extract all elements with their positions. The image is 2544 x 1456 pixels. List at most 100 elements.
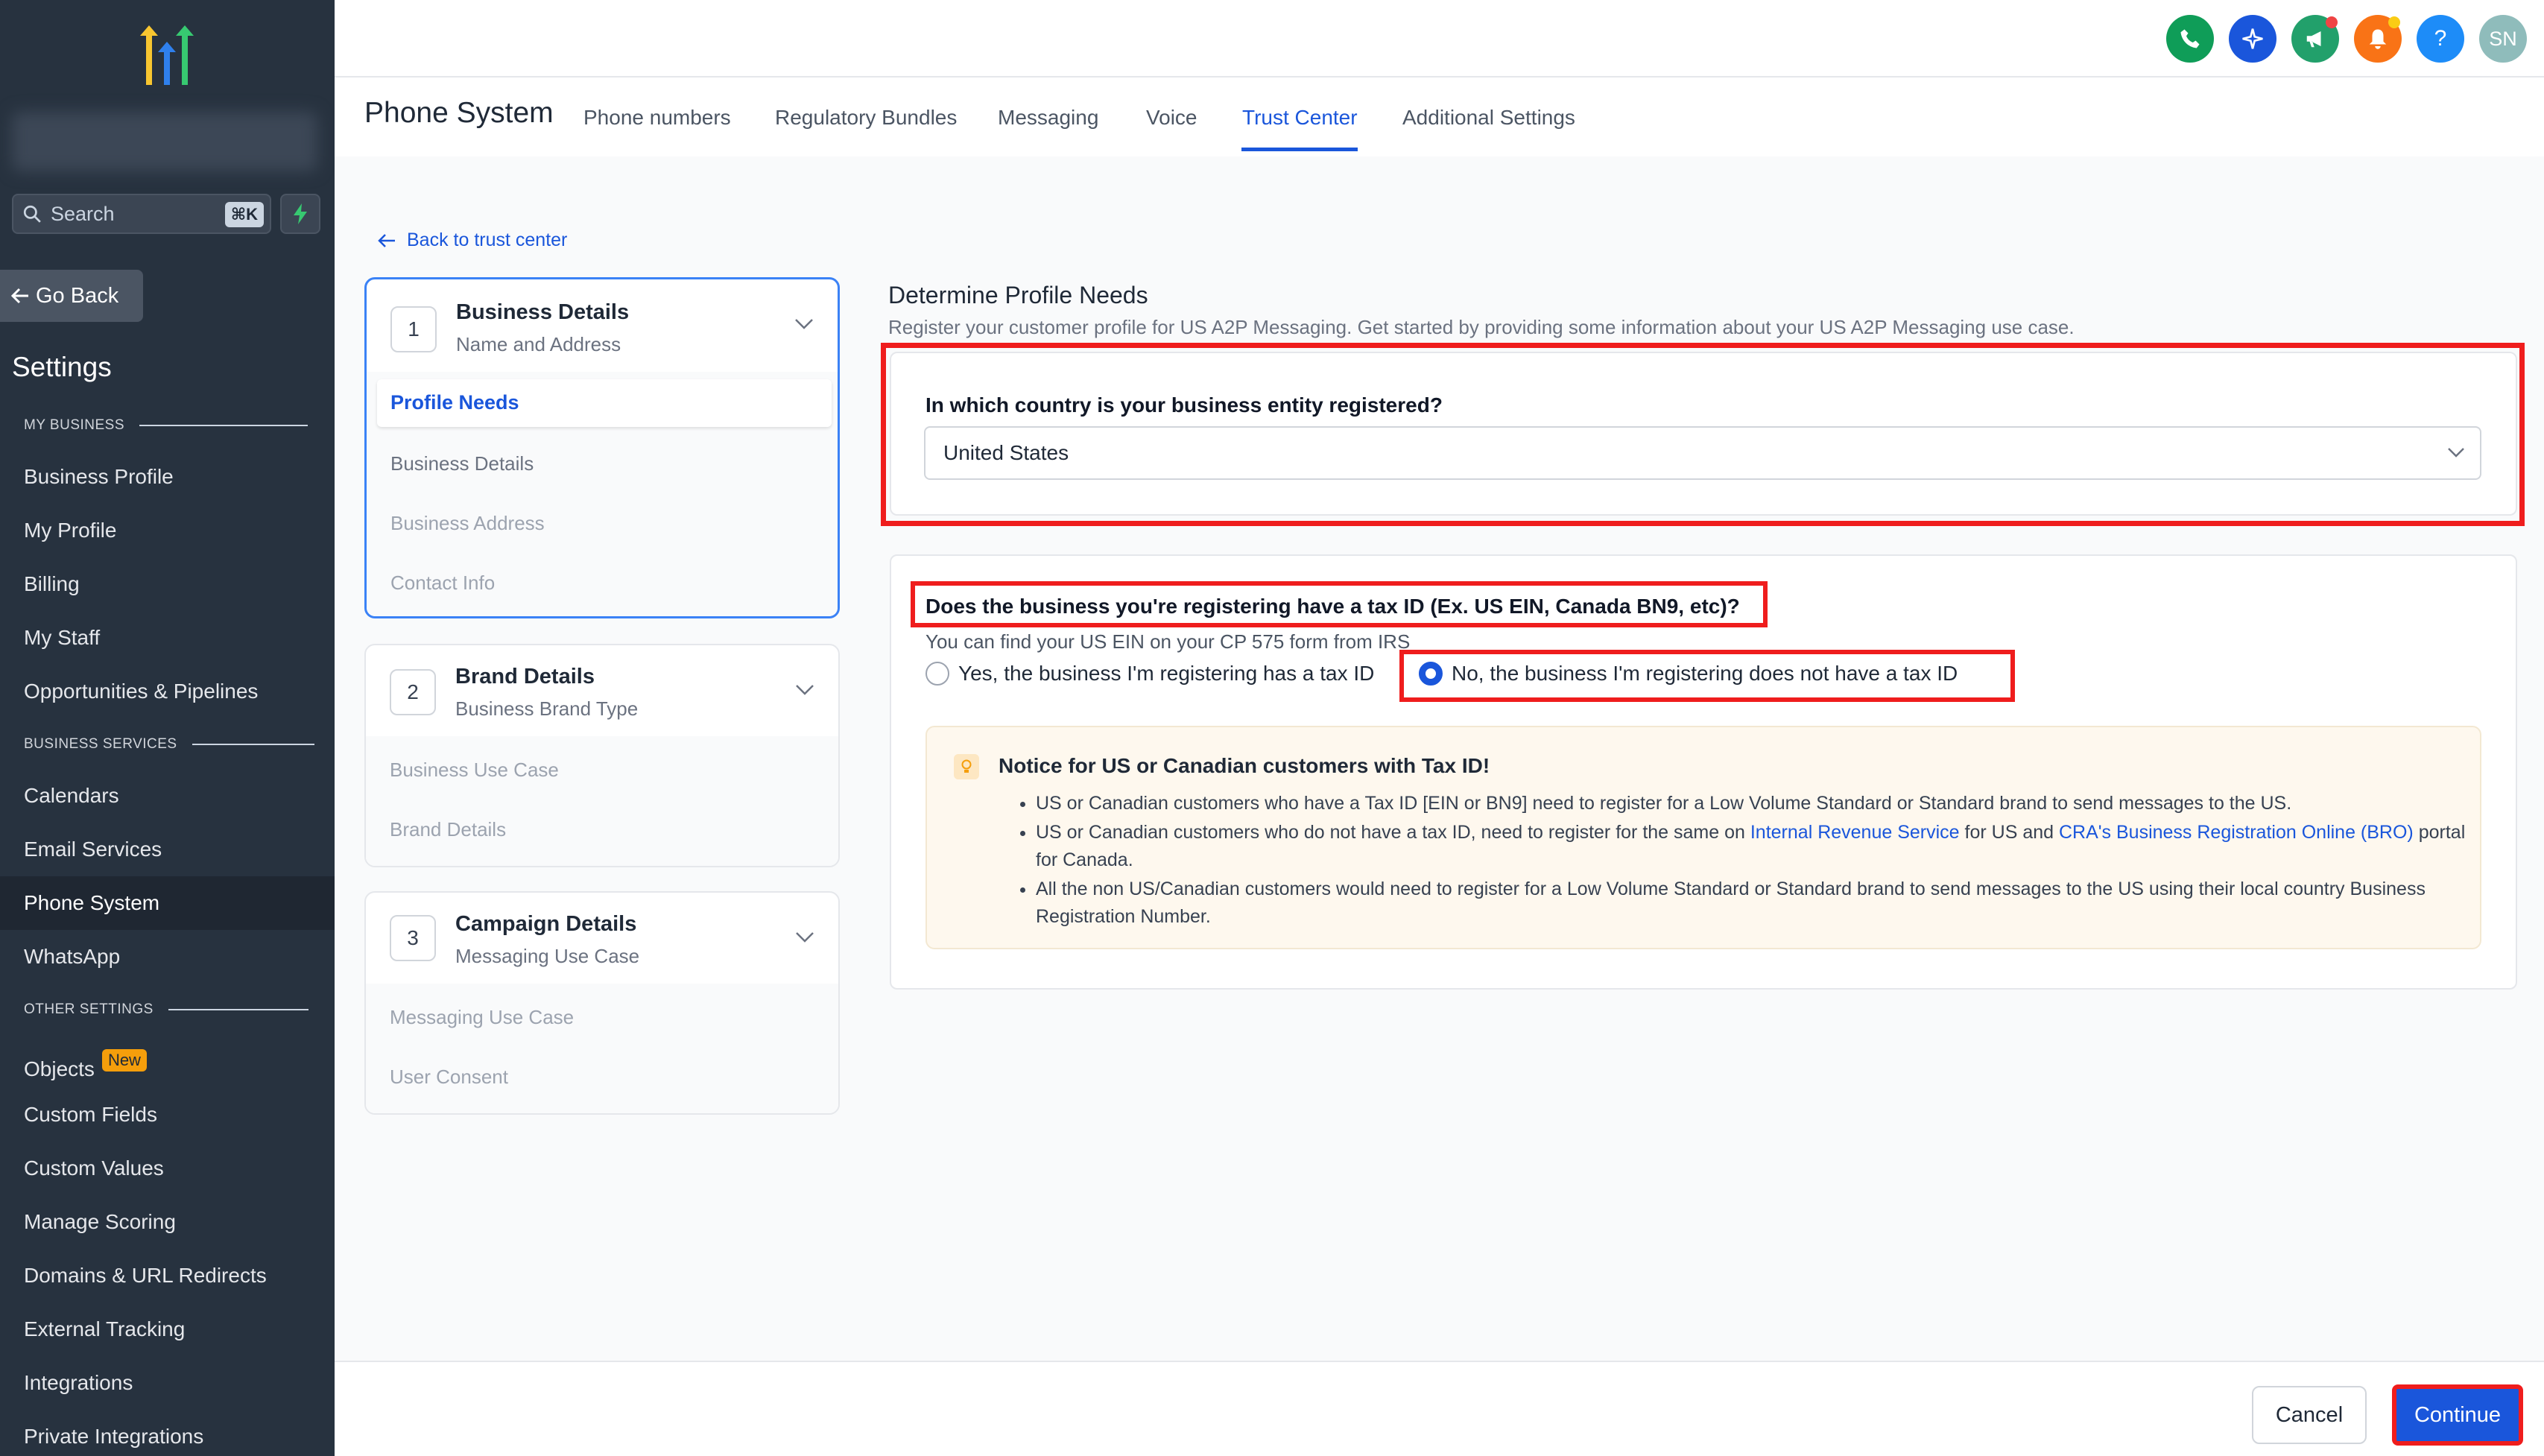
sidebar-item-calendars[interactable]: Calendars: [24, 784, 119, 808]
sidebar-item-phone-system[interactable]: Phone System: [24, 891, 159, 915]
ai-assistant-button[interactable]: [2229, 15, 2276, 63]
step-item-messaging-use-case[interactable]: Messaging Use Case: [390, 1006, 574, 1029]
go-back-label: Go Back: [36, 283, 119, 308]
sidebar-item-opportunities[interactable]: Opportunities & Pipelines: [24, 680, 258, 703]
help-icon: ?: [2434, 26, 2447, 51]
irs-link[interactable]: Internal Revenue Service: [1750, 822, 1960, 843]
cra-bro-link[interactable]: CRA's Business Registration Online (BRO): [2059, 822, 2414, 843]
active-tab-indicator: [1241, 148, 1358, 151]
step-card-brand-details: 2 Brand Details Business Brand Type Busi…: [364, 644, 840, 867]
chevron-down-icon[interactable]: [795, 931, 814, 943]
tax-id-notice: Notice for US or Canadian customers with…: [925, 726, 2481, 949]
country-select[interactable]: United States: [924, 426, 2481, 480]
radio-button[interactable]: [925, 662, 949, 686]
megaphone-icon: [2306, 31, 2321, 48]
new-badge: New: [101, 1049, 147, 1072]
top-bar: ? SN: [335, 0, 2544, 77]
notice-bullet: US or Canadian customers who have a Tax …: [1036, 790, 2467, 817]
step-subtitle: Messaging Use Case: [455, 945, 640, 967]
sidebar-item-email-services[interactable]: Email Services: [24, 838, 162, 861]
step-card-business-details: 1 Business Details Name and Address Prof…: [364, 277, 840, 618]
notifications-button[interactable]: [2354, 15, 2402, 63]
sidebar: Search ⌘K Go Back Settings MY BUSINESS B…: [0, 0, 335, 1456]
notice-list: US or Canadian customers who have a Tax …: [1036, 790, 2467, 932]
sidebar-item-custom-values[interactable]: Custom Values: [24, 1156, 164, 1180]
sidebar-item-manage-scoring[interactable]: Manage Scoring: [24, 1210, 176, 1234]
notification-dot: [2326, 16, 2338, 28]
form-heading: Determine Profile Needs: [888, 282, 1148, 308]
sidebar-item-business-profile[interactable]: Business Profile: [24, 465, 174, 489]
back-link-label: Back to trust center: [407, 230, 568, 250]
tab-messaging[interactable]: Messaging: [998, 106, 1098, 130]
tax-question: Does the business you're registering hav…: [925, 595, 1740, 618]
sidebar-item-my-profile[interactable]: My Profile: [24, 519, 116, 542]
phone-icon: [2180, 29, 2200, 48]
radio-no-tax-id[interactable]: No, the business I'm registering does no…: [1419, 662, 1958, 686]
step-title: Business Details: [456, 300, 630, 324]
step-number: 3: [390, 915, 436, 961]
account-switcher[interactable]: [12, 112, 317, 171]
radio-label: No, the business I'm registering does no…: [1452, 662, 1958, 685]
arrow-left-icon: [378, 233, 395, 247]
sidebar-item-whatsapp[interactable]: WhatsApp: [24, 945, 120, 969]
notice-title: Notice for US or Canadian customers with…: [999, 754, 1490, 777]
sidebar-item-domains[interactable]: Domains & URL Redirects: [24, 1264, 267, 1288]
tax-help-text: You can find your US EIN on your CP 575 …: [925, 630, 1411, 653]
chevron-down-icon[interactable]: [794, 318, 814, 330]
quick-actions-button[interactable]: [280, 194, 320, 234]
settings-title: Settings: [12, 352, 112, 382]
search-input[interactable]: Search ⌘K: [12, 194, 271, 234]
step-title: Campaign Details: [455, 912, 637, 936]
country-question: In which country is your business entity…: [925, 393, 1443, 417]
lightbulb-icon: [954, 754, 979, 779]
step-subtitle: Name and Address: [456, 333, 621, 355]
app-logo[interactable]: [130, 22, 204, 86]
step-item-brand-details[interactable]: Brand Details: [390, 818, 506, 841]
user-avatar[interactable]: SN: [2479, 15, 2527, 63]
arrow-left-icon: [10, 288, 28, 304]
phone-button[interactable]: [2166, 15, 2214, 63]
radio-has-tax-id[interactable]: Yes, the business I'm registering has a …: [925, 662, 1374, 686]
tab-phone-numbers[interactable]: Phone numbers: [583, 106, 731, 130]
step-item-business-use-case[interactable]: Business Use Case: [390, 759, 559, 782]
sidebar-item-external-tracking[interactable]: External Tracking: [24, 1317, 185, 1341]
help-button[interactable]: ?: [2417, 15, 2464, 63]
go-back-button[interactable]: Go Back: [0, 270, 143, 322]
section-business-services: BUSINESS SERVICES: [24, 736, 314, 753]
continue-button[interactable]: Continue: [2392, 1384, 2523, 1446]
step-card-campaign-details: 3 Campaign Details Messaging Use Case Me…: [364, 891, 840, 1115]
announcements-button[interactable]: [2291, 15, 2339, 63]
tab-trust-center[interactable]: Trust Center: [1242, 106, 1358, 130]
radio-label: Yes, the business I'm registering has a …: [958, 662, 1375, 685]
cancel-button[interactable]: Cancel: [2252, 1386, 2367, 1444]
step-item-contact-info[interactable]: Contact Info: [390, 572, 495, 595]
step-number: 2: [390, 669, 436, 715]
step-item-user-consent[interactable]: User Consent: [390, 1066, 508, 1089]
step-item-profile-needs[interactable]: Profile Needs: [377, 379, 832, 427]
search-placeholder: Search: [51, 202, 115, 225]
section-my-business: MY BUSINESS: [24, 417, 308, 434]
sparkle-icon: [2242, 28, 2263, 49]
bell-icon: [2369, 29, 2387, 49]
sidebar-item-objects[interactable]: Objects New: [24, 1049, 147, 1081]
sidebar-item-my-staff[interactable]: My Staff: [24, 626, 100, 650]
radio-button-selected[interactable]: [1419, 662, 1443, 686]
notice-bullet: US or Canadian customers who do not have…: [1036, 819, 2467, 874]
step-item-business-details[interactable]: Business Details: [390, 452, 534, 475]
footer-bar: [335, 1361, 2544, 1456]
sidebar-item-billing[interactable]: Billing: [24, 572, 80, 596]
chevron-down-icon[interactable]: [795, 684, 814, 696]
step-item-business-address[interactable]: Business Address: [390, 512, 545, 535]
sidebar-item-private-integrations[interactable]: Private Integrations: [24, 1425, 203, 1449]
sidebar-item-integrations[interactable]: Integrations: [24, 1371, 133, 1395]
notification-dot: [2388, 16, 2400, 28]
back-to-trust-center-link[interactable]: Back to trust center: [377, 230, 567, 251]
tab-voice[interactable]: Voice: [1146, 106, 1197, 130]
page-title: Phone System: [364, 97, 554, 129]
search-shortcut: ⌘K: [224, 202, 264, 227]
chevron-down-icon: [2448, 448, 2464, 458]
tab-additional-settings[interactable]: Additional Settings: [1402, 106, 1575, 130]
avatar-initials: SN: [2489, 27, 2517, 50]
sidebar-item-custom-fields[interactable]: Custom Fields: [24, 1103, 157, 1127]
tab-regulatory-bundles[interactable]: Regulatory Bundles: [775, 106, 957, 130]
